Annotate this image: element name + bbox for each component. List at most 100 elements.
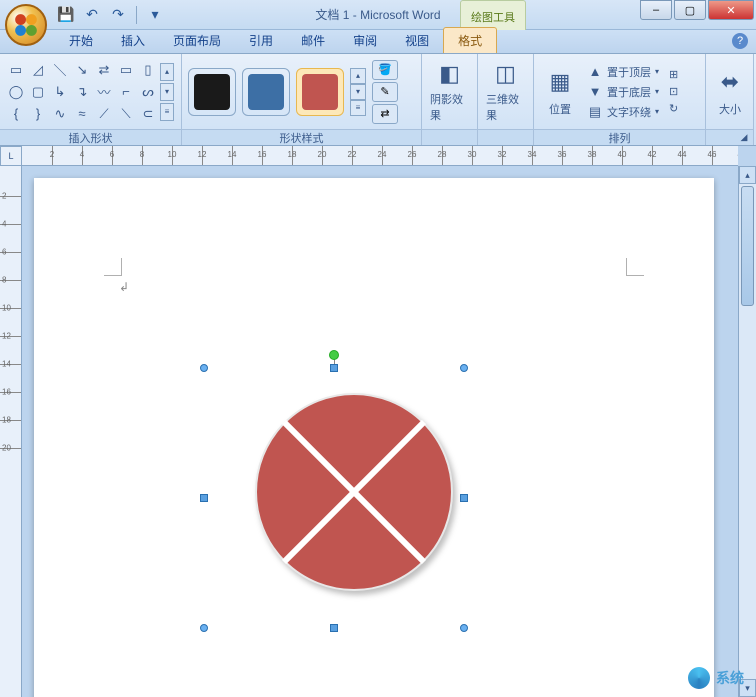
- align-button[interactable]: ⊞: [666, 67, 681, 82]
- contextual-tab-drawing-tools: 绘图工具: [460, 0, 526, 30]
- shape-arrow-icon[interactable]: ↘: [72, 60, 92, 80]
- office-button[interactable]: [5, 4, 47, 46]
- bring-to-front-button[interactable]: ▲置于顶层▾: [584, 63, 662, 81]
- ribbon: ▭ ◿ ＼ ↘ ⇄ ▭ ▯ ◯ ▢ ↳ ↴ 〰 ⌐ ᔕ { } ∿ ≈ ⟋ ⟍: [0, 54, 756, 146]
- resize-handle-bl[interactable]: [200, 624, 208, 632]
- style-swatch-0[interactable]: [188, 68, 236, 116]
- tab-mailings[interactable]: 邮件: [287, 28, 339, 53]
- shapes-scroll-up-icon[interactable]: ▴: [160, 63, 174, 81]
- page[interactable]: ↲: [34, 178, 714, 697]
- scroll-thumb[interactable]: [741, 186, 754, 306]
- bring-front-icon: ▲: [587, 64, 603, 80]
- shape-free-icon[interactable]: ᔕ: [138, 82, 158, 102]
- style-scroll-up-icon[interactable]: ▴: [350, 68, 366, 84]
- style-scroll-down-icon[interactable]: ▾: [350, 84, 366, 100]
- shape-brace2-icon[interactable]: }: [28, 104, 48, 124]
- shape-style-gallery[interactable]: ▴ ▾ ≡: [188, 68, 366, 116]
- shape-more3-icon[interactable]: ⟍: [116, 104, 136, 124]
- horizontal-ruler[interactable]: 2468101214161820222426283032343638404244…: [22, 146, 738, 166]
- shadow-effects-button[interactable]: ◧ 阴影效果: [428, 59, 471, 125]
- change-shape-button[interactable]: ⇄: [372, 104, 398, 124]
- shape-more4-icon[interactable]: ⊂: [138, 104, 158, 124]
- group-arrange: ▦ 位置 ▲置于顶层▾ ▼置于底层▾ ▤文字环绕▾ ⊞ ⊡ ↻ 排列: [534, 54, 706, 145]
- watermark-icon: [688, 667, 710, 689]
- shape-textbox-icon[interactable]: ▭: [6, 60, 26, 80]
- size-button[interactable]: ⬌ 大小: [712, 59, 748, 125]
- tab-insert[interactable]: 插入: [107, 28, 159, 53]
- tab-page-layout[interactable]: 页面布局: [159, 28, 235, 53]
- resize-handle-br[interactable]: [460, 624, 468, 632]
- watermark: 系统: [688, 667, 744, 689]
- rotation-handle[interactable]: [329, 350, 339, 360]
- save-icon[interactable]: 💾: [55, 4, 77, 26]
- window-title: 文档 1 - Microsoft Word: [315, 6, 440, 23]
- help-icon[interactable]: ?: [732, 33, 748, 49]
- shape-rect2-icon[interactable]: ▯: [138, 60, 158, 80]
- resize-handle-t[interactable]: [330, 364, 338, 372]
- shapes-expand-icon[interactable]: ≡: [160, 103, 174, 121]
- three-d-effects-button[interactable]: ◫ 三维效果: [484, 59, 527, 125]
- document-area[interactable]: ↲: [22, 166, 756, 697]
- text-wrap-button[interactable]: ▤文字环绕▾: [584, 103, 662, 121]
- qat-customize-icon[interactable]: ▾: [144, 4, 166, 26]
- resize-handle-r[interactable]: [460, 494, 468, 502]
- shape-double-line-icon[interactable]: ⇄: [94, 60, 114, 80]
- shape-line-icon[interactable]: ＼: [50, 60, 70, 80]
- shape-curve-icon[interactable]: 〰: [94, 82, 114, 102]
- selected-shape-bounding-box[interactable]: [204, 368, 464, 628]
- resize-handle-tl[interactable]: [200, 364, 208, 372]
- watermark-text: 系统: [716, 668, 744, 688]
- vertical-scrollbar[interactable]: ▴ ▾: [738, 166, 756, 697]
- shape-brace1-icon[interactable]: {: [6, 104, 26, 124]
- tab-review[interactable]: 审阅: [339, 28, 391, 53]
- size-icon: ⬌: [714, 66, 746, 98]
- vertical-ruler[interactable]: 2468101214161820: [0, 166, 22, 697]
- shape-fill-button[interactable]: 🪣: [372, 60, 398, 80]
- send-back-icon: ▼: [587, 84, 603, 100]
- window-controls: – ▢ ✕: [640, 0, 756, 20]
- style-swatch-1[interactable]: [242, 68, 290, 116]
- scroll-up-icon[interactable]: ▴: [739, 166, 756, 184]
- group-button[interactable]: ⊡: [666, 84, 681, 99]
- shadow-icon: ◧: [434, 61, 466, 88]
- close-button[interactable]: ✕: [708, 0, 754, 20]
- maximize-button[interactable]: ▢: [674, 0, 706, 20]
- resize-handle-tr[interactable]: [460, 364, 468, 372]
- shape-diagonal-icon[interactable]: ◿: [28, 60, 48, 80]
- shape-conn1-icon[interactable]: ↳: [50, 82, 70, 102]
- rotate-button[interactable]: ↻: [666, 101, 681, 116]
- tab-home[interactable]: 开始: [55, 28, 107, 53]
- minimize-button[interactable]: –: [640, 0, 672, 20]
- shape-scribble-icon[interactable]: ∿: [50, 104, 70, 124]
- tab-format[interactable]: 格式: [443, 27, 497, 53]
- pie-shape[interactable]: [254, 392, 454, 592]
- shape-rect-icon[interactable]: ▭: [116, 60, 136, 80]
- tab-view[interactable]: 视图: [391, 28, 443, 53]
- ribbon-tabs: 开始 插入 页面布局 引用 邮件 审阅 视图 格式 ?: [0, 30, 756, 54]
- style-expand-icon[interactable]: ≡: [350, 100, 366, 116]
- ruler-corner[interactable]: L: [0, 146, 22, 166]
- shape-more1-icon[interactable]: ≈: [72, 104, 92, 124]
- resize-handle-l[interactable]: [200, 494, 208, 502]
- size-launcher-icon[interactable]: ◢: [738, 132, 750, 144]
- tab-references[interactable]: 引用: [235, 28, 287, 53]
- group-label-insert-shapes: 插入形状: [0, 129, 181, 145]
- undo-icon[interactable]: ↶: [81, 4, 103, 26]
- style-swatch-2[interactable]: [296, 68, 344, 116]
- quick-access-toolbar: 💾 ↶ ↷ ▾: [55, 4, 166, 26]
- shape-outline-button[interactable]: ✎: [372, 82, 398, 102]
- shadow-label: 阴影效果: [430, 91, 469, 123]
- shapes-scroll-down-icon[interactable]: ▾: [160, 83, 174, 101]
- resize-handle-b[interactable]: [330, 624, 338, 632]
- shapes-gallery[interactable]: ▭ ◿ ＼ ↘ ⇄ ▭ ▯ ◯ ▢ ↳ ↴ 〰 ⌐ ᔕ { } ∿ ≈ ⟋ ⟍: [6, 60, 158, 124]
- shape-rounded-icon[interactable]: ▢: [28, 82, 48, 102]
- shape-elbow-icon[interactable]: ⌐: [116, 82, 136, 102]
- redo-icon[interactable]: ↷: [107, 4, 129, 26]
- shapes-gallery-scroll: ▴ ▾ ≡: [160, 63, 174, 121]
- group-label-arrange: 排列: [534, 129, 705, 145]
- shape-more2-icon[interactable]: ⟋: [94, 104, 114, 124]
- shape-oval-icon[interactable]: ◯: [6, 82, 26, 102]
- position-button[interactable]: ▦ 位置: [540, 59, 580, 125]
- send-to-back-button[interactable]: ▼置于底层▾: [584, 83, 662, 101]
- shape-conn2-icon[interactable]: ↴: [72, 82, 92, 102]
